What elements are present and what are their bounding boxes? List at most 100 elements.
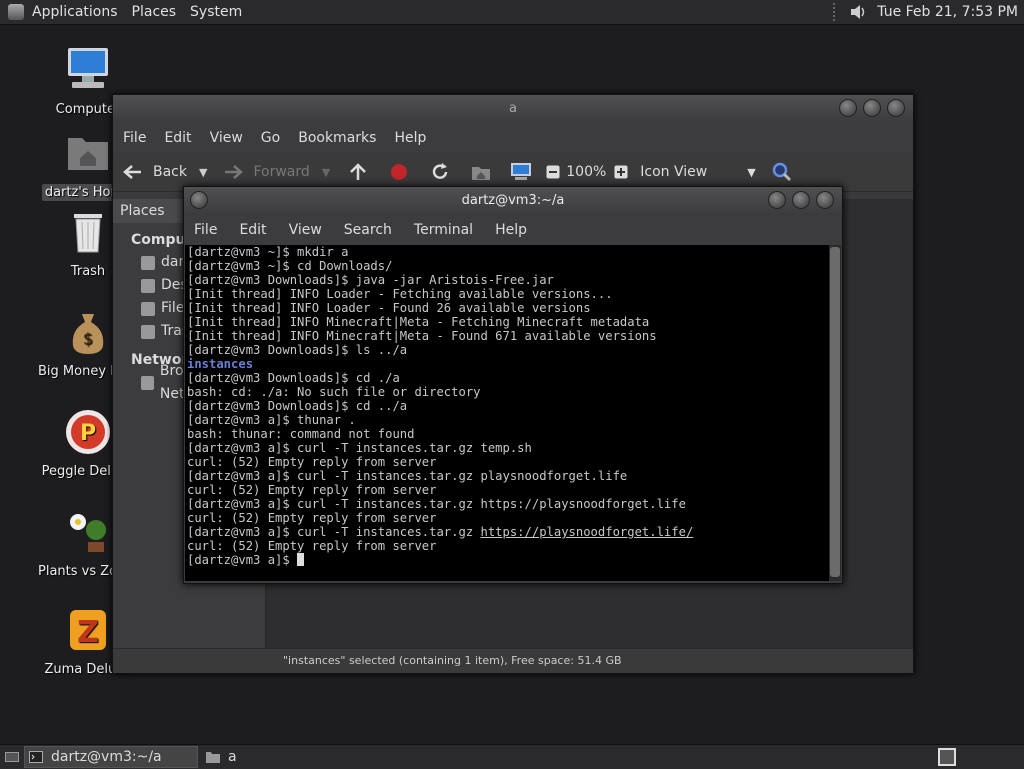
places-menu[interactable]: Places <box>132 4 177 20</box>
term-menu-help[interactable]: Help <box>495 222 527 238</box>
terminal-line: [dartz@vm3 ~]$ cd Downloads/ <box>187 259 393 273</box>
terminal-output[interactable]: [dartz@vm3 ~]$ mkdir a [dartz@vm3 ~]$ cd… <box>185 245 829 581</box>
terminal-line: curl: (52) Empty reply from server <box>187 483 437 497</box>
taskbar-item-file-manager[interactable]: a <box>202 747 245 767</box>
taskbar-item-terminal[interactable]: dartz@vm3:~/a <box>24 746 198 768</box>
stop-button[interactable] <box>390 163 408 181</box>
terminal-url-link[interactable]: https://playsnoodforget.life/ <box>481 525 694 539</box>
terminal-line: curl: (52) Empty reply from server <box>187 455 437 469</box>
home-folder-icon <box>68 138 108 170</box>
status-text: "instances" selected (containing 1 item)… <box>283 654 622 667</box>
money-bag-icon: $ <box>72 314 104 354</box>
zoom-out-icon <box>546 165 560 179</box>
fm-menu-file[interactable]: File <box>123 130 146 146</box>
term-menu-edit[interactable]: Edit <box>239 222 266 238</box>
minimize-button[interactable] <box>768 191 786 209</box>
fm-menu-go[interactable]: Go <box>261 130 280 146</box>
minimize-button[interactable] <box>839 99 857 117</box>
back-dropdown-icon[interactable]: ▼ <box>199 166 207 179</box>
home-icon <box>472 167 491 180</box>
home-button[interactable] <box>470 163 492 181</box>
computer-small-icon <box>511 163 532 180</box>
forward-arrow-icon <box>225 165 244 179</box>
trash-icon <box>141 324 155 339</box>
terminal-line: curl: (52) Empty reply from server <box>187 539 437 553</box>
term-menu-terminal[interactable]: Terminal <box>414 222 473 238</box>
network-icon <box>141 375 154 390</box>
home-folder-icon <box>141 255 155 270</box>
terminal-line: [dartz@vm3 a]$ curl -T instances.tar.gz … <box>187 469 628 483</box>
fm-menubar: File Edit View Go Bookmarks Help <box>113 123 913 153</box>
panel-handle[interactable] <box>833 3 841 21</box>
view-mode-select[interactable]: Icon View ▼ <box>640 164 755 180</box>
fm-menu-help[interactable]: Help <box>394 130 426 146</box>
terminal-line: [dartz@vm3 Downloads]$ ls ../a <box>187 343 408 357</box>
term-menu-file[interactable]: File <box>194 222 217 238</box>
terminal-prompt-line: [dartz@vm3 a]$ <box>187 553 829 567</box>
system-menu[interactable]: System <box>190 4 242 20</box>
fm-menu-bookmarks[interactable]: Bookmarks <box>298 130 376 146</box>
terminal-line: [dartz@vm3 a]$ thunar . <box>187 413 356 427</box>
fm-menu-view[interactable]: View <box>210 130 243 146</box>
zoom-out-button[interactable] <box>546 165 560 179</box>
terminal-line: [dartz@vm3 a]$ curl -T instances.tar.gz … <box>187 441 532 455</box>
close-button[interactable] <box>887 99 905 117</box>
reload-button[interactable] <box>430 162 450 182</box>
terminal-line: [Init thread] INFO Minecraft|Meta - Foun… <box>187 329 657 343</box>
zoom-in-button[interactable] <box>614 165 628 179</box>
terminal-titlebar[interactable]: dartz@vm3:~/a <box>184 187 842 215</box>
back-button[interactable]: Back ▼ <box>123 164 207 180</box>
back-arrow-icon <box>123 165 141 179</box>
taskbar-item-label: dartz@vm3:~/a <box>51 749 162 765</box>
close-button[interactable] <box>816 191 834 209</box>
search-icon <box>772 162 791 182</box>
maximize-button[interactable] <box>863 99 881 117</box>
back-label: Back <box>153 164 187 180</box>
terminal-line: [dartz@vm3 Downloads]$ java -jar Aristoi… <box>187 273 554 287</box>
fm-titlebar[interactable]: a <box>113 95 913 123</box>
show-desktop-icon[interactable] <box>4 749 20 765</box>
fm-statusbar: "instances" selected (containing 1 item)… <box>113 648 913 673</box>
terminal-cursor <box>297 553 305 566</box>
up-arrow-icon <box>350 163 367 180</box>
terminal-line: bash: cd: ./a: No such file or directory <box>187 385 481 399</box>
terminal-prompt: [dartz@vm3 a]$ <box>187 553 298 567</box>
top-panel: Applications Places System Tue Feb 21, 7… <box>0 0 1024 25</box>
svg-text:P: P <box>80 421 96 446</box>
forward-dropdown-icon[interactable]: ▼ <box>322 166 330 179</box>
maximize-button[interactable] <box>792 191 810 209</box>
svg-text:$: $ <box>83 329 93 348</box>
stop-icon <box>391 164 408 180</box>
view-mode-label: Icon View <box>640 164 708 180</box>
terminal-line: [dartz@vm3 Downloads]$ cd ../a <box>187 399 408 413</box>
workspace-switcher[interactable] <box>938 748 956 766</box>
terminal-line: [Init thread] INFO Minecraft|Meta - Fetc… <box>187 315 650 329</box>
fm-window-controls <box>839 99 905 117</box>
applications-icon[interactable] <box>8 4 24 20</box>
search-button[interactable] <box>772 162 792 182</box>
terminal-window: dartz@vm3:~/a File Edit View Search Term… <box>183 186 843 584</box>
terminal-line-with-link: [dartz@vm3 a]$ curl -T instances.tar.gz … <box>187 525 829 539</box>
zuma-icon: Z <box>70 610 106 650</box>
terminal-line: [dartz@vm3 Downloads]$ cd ./a <box>187 371 400 385</box>
terminal-title: dartz@vm3:~/a <box>461 193 565 208</box>
forward-label: Forward <box>253 164 310 180</box>
bottom-panel: dartz@vm3:~/a a <box>0 744 1024 769</box>
terminal-menubar: File Edit View Search Terminal Help <box>184 215 842 245</box>
term-menu-search[interactable]: Search <box>344 222 392 238</box>
terminal-prompt-text: [dartz@vm3 a]$ curl -T instances.tar.gz <box>187 525 481 539</box>
term-menu-view[interactable]: View <box>289 222 322 238</box>
terminal-scrollbar[interactable] <box>829 245 841 581</box>
computer-icon <box>68 48 108 88</box>
clock[interactable]: Tue Feb 21, 7:53 PM <box>877 4 1018 20</box>
applications-menu[interactable]: Applications <box>32 4 118 20</box>
forward-button[interactable]: Forward ▼ <box>223 164 330 180</box>
computer-button[interactable] <box>510 162 532 182</box>
fm-menu-edit[interactable]: Edit <box>164 130 191 146</box>
up-button[interactable] <box>348 163 368 181</box>
panel-tray: Tue Feb 21, 7:53 PM <box>833 0 1024 24</box>
terminal-window-controls <box>768 191 834 209</box>
terminal-scrollbar-thumb[interactable] <box>830 247 840 577</box>
volume-icon[interactable] <box>849 3 869 21</box>
terminal-icon <box>29 751 43 763</box>
